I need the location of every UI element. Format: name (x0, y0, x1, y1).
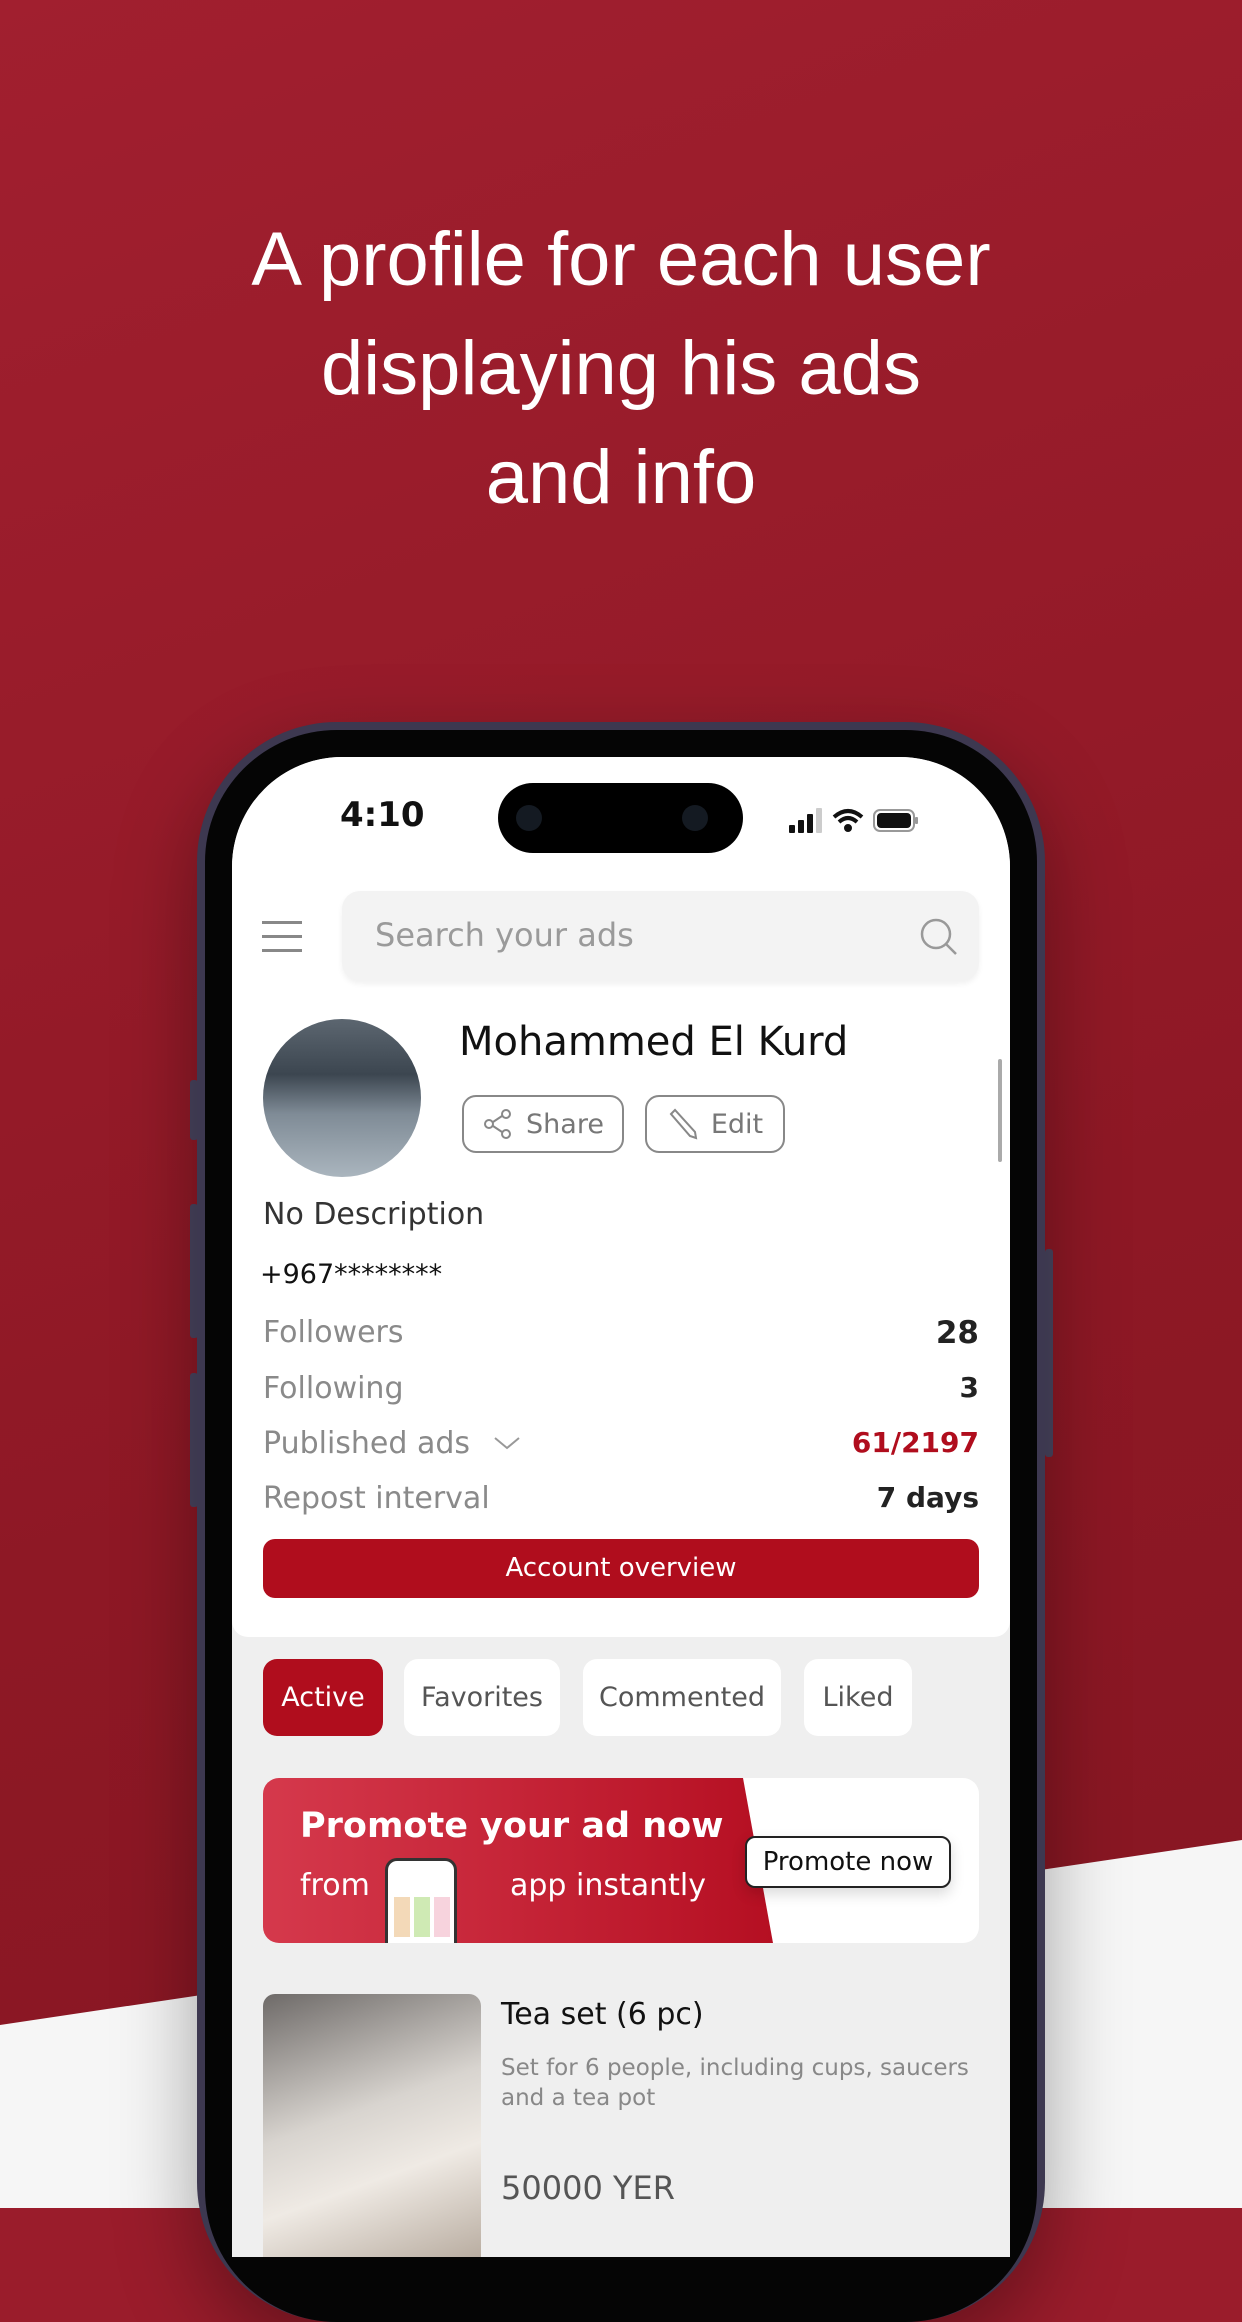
promo-title: Promote your ad now (300, 1806, 724, 1846)
promo-from: from (300, 1868, 370, 1903)
profile-description: No Description (263, 1197, 485, 1232)
edit-label: Edit (710, 1108, 764, 1140)
chevron-down-icon (493, 1437, 520, 1450)
repost-interval-value: 7 days (876, 1481, 979, 1514)
promo-text: app instantly (510, 1868, 706, 1903)
profile-name: Mohammed El Kurd (459, 1019, 849, 1065)
status-time: 4:10 (340, 795, 425, 835)
phone-screen: 4:10 Search your ads Mohammed El Kurd Sh… (232, 757, 1010, 2257)
search-icon[interactable] (919, 917, 959, 957)
search-input[interactable]: Search your ads (342, 891, 979, 981)
listing-description: Set for 6 people, including cups, saucer… (501, 2055, 969, 2111)
battery-icon (873, 809, 918, 832)
profile-phone: +967******** (260, 1259, 443, 1290)
listing-title[interactable]: Tea set (6 pc) (501, 1997, 704, 2032)
share-label: Share (526, 1108, 604, 1140)
menu-icon[interactable] (262, 921, 302, 953)
wifi-icon (832, 809, 864, 832)
following-label: Following (263, 1371, 404, 1406)
mini-phone-image (385, 1858, 457, 1943)
tab-commented[interactable]: Commented (583, 1659, 781, 1736)
published-ads-label: Published ads (263, 1426, 471, 1461)
pencil-icon (669, 1108, 698, 1140)
headline-line: A profile for each user (251, 217, 991, 302)
promote-now-button[interactable]: Promote now (745, 1836, 951, 1888)
following-value[interactable]: 3 (960, 1371, 979, 1404)
status-icons (789, 808, 918, 833)
listing-image[interactable] (263, 1994, 481, 2257)
tab-liked[interactable]: Liked (804, 1659, 912, 1736)
signal-icon (789, 808, 822, 833)
headline: A profile for each user displaying his a… (0, 205, 1242, 532)
published-ads-dropdown[interactable]: Published ads (263, 1426, 522, 1461)
published-ads-value: 61/2197 (851, 1426, 979, 1459)
headline-line: displaying his ads (321, 326, 921, 411)
scrollbar[interactable] (998, 1059, 1002, 1162)
share-button[interactable]: Share (462, 1095, 624, 1153)
phone-power-button (1045, 1249, 1053, 1457)
edit-button[interactable]: Edit (645, 1095, 785, 1153)
promo-banner[interactable]: Promote your ad now from app instantly P… (263, 1778, 979, 1943)
repost-interval-label: Repost interval (263, 1481, 490, 1516)
search-placeholder: Search your ads (375, 916, 634, 954)
headline-line: and info (485, 435, 757, 520)
followers-label: Followers (263, 1315, 404, 1350)
listing-price: 50000 YER (501, 2169, 675, 2207)
dynamic-island (498, 783, 743, 853)
tab-favorites[interactable]: Favorites (404, 1659, 560, 1736)
share-icon (484, 1109, 512, 1139)
followers-value[interactable]: 28 (936, 1315, 979, 1351)
avatar[interactable] (263, 1019, 421, 1177)
tab-active[interactable]: Active (263, 1659, 383, 1736)
account-overview-button[interactable]: Account overview (263, 1539, 979, 1598)
